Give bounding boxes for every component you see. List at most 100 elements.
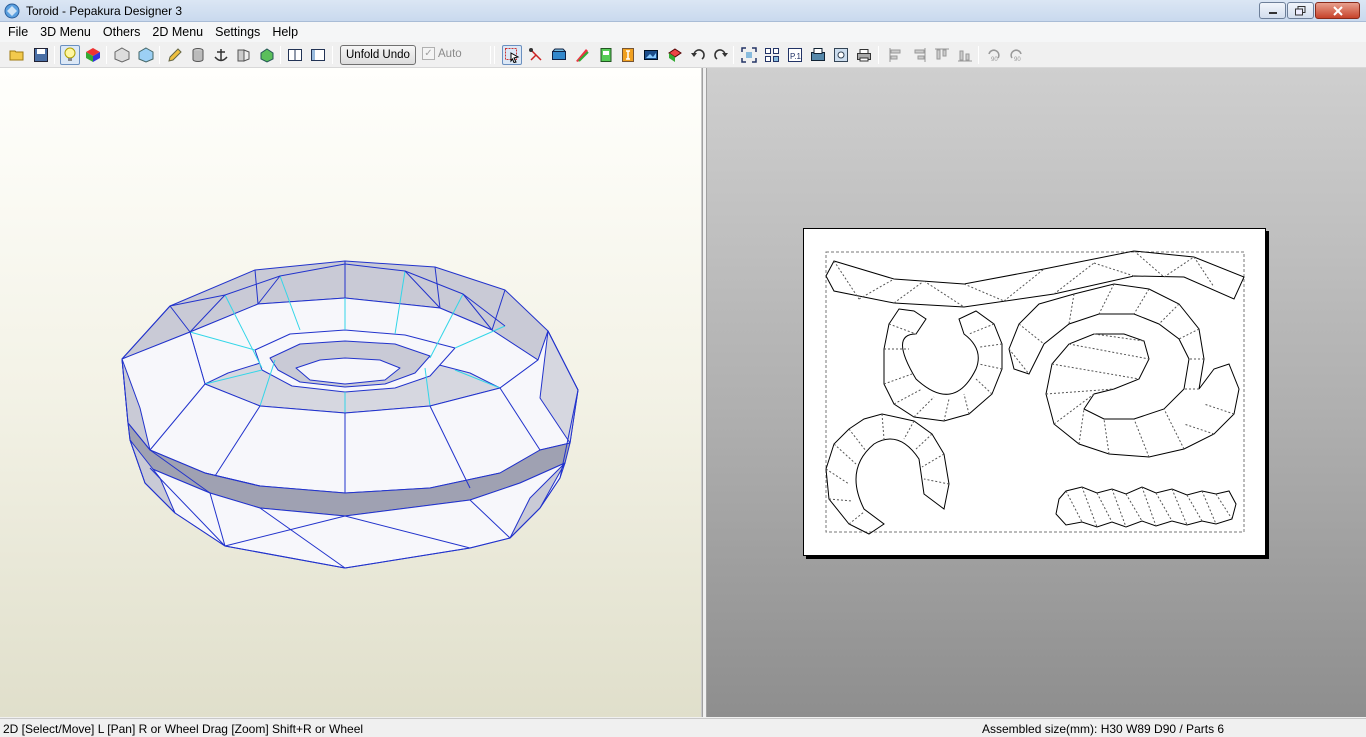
save-icon <box>34 48 48 62</box>
rotate-right-button[interactable] <box>711 45 731 65</box>
unfold-undo-button[interactable]: Unfold Undo <box>340 45 416 65</box>
auto-label: Auto <box>438 47 462 60</box>
menu-file[interactable]: File <box>2 22 34 42</box>
texture-toggle-button[interactable] <box>83 45 103 65</box>
page-button[interactable]: P.1 <box>785 45 805 65</box>
split-pane-button[interactable] <box>308 45 328 65</box>
title-bar: Toroid - Pepakura Designer 3 <box>0 0 1366 22</box>
image-tool-button[interactable] <box>641 45 661 65</box>
join-button[interactable] <box>257 45 277 65</box>
menu-settings[interactable]: Settings <box>209 22 266 42</box>
print-icon <box>857 49 871 62</box>
close-icon <box>1332 5 1343 16</box>
paint-tool-button[interactable] <box>572 45 592 65</box>
toolbar: Unfold Undo ✓ Auto P.1 90 90 <box>0 42 1366 68</box>
menu-2d[interactable]: 2D Menu <box>146 22 209 42</box>
menu-help[interactable]: Help <box>266 22 304 42</box>
print-settings-button[interactable] <box>808 45 828 65</box>
paper-sheet <box>803 228 1266 556</box>
light-button[interactable] <box>60 45 80 65</box>
preview-button[interactable] <box>831 45 851 65</box>
menu-3d[interactable]: 3D Menu <box>34 22 97 42</box>
svg-text:90: 90 <box>1014 57 1021 63</box>
select-icon <box>505 48 520 63</box>
fit-icon <box>741 47 757 63</box>
status-help-text: 2D [Select/Move] L [Pan] R or Wheel Drag… <box>3 722 364 736</box>
pencil-icon <box>168 48 182 62</box>
menu-bar: File 3D Menu Others 2D Menu Settings Hel… <box>0 22 1366 42</box>
cylinder-icon <box>192 48 204 62</box>
window-title: Toroid - Pepakura Designer 3 <box>26 4 183 18</box>
edge-icon <box>529 48 542 61</box>
rotate-90-cw-button[interactable]: 90 <box>1007 45 1027 65</box>
rotate-right-icon <box>714 49 728 60</box>
print-preview-icon <box>834 48 848 62</box>
part-c-ring-top <box>883 308 1003 422</box>
move-tool-button[interactable] <box>665 45 685 65</box>
texture-box-icon <box>138 47 154 63</box>
align-top-button[interactable] <box>932 45 952 65</box>
rotate-left-icon <box>668 48 682 62</box>
edit-edge-button[interactable] <box>165 45 185 65</box>
restore-icon <box>1295 5 1306 15</box>
textbox-tool-button[interactable] <box>618 45 638 65</box>
open-icon <box>9 50 24 61</box>
torus-3d-model[interactable] <box>0 68 702 717</box>
rotate-90-ccw-icon: 90 <box>988 49 1000 63</box>
save-button[interactable] <box>31 45 51 65</box>
single-pane-icon <box>288 49 302 61</box>
align-left-icon <box>889 48 901 62</box>
join-icon <box>260 48 274 63</box>
rotate-left-button[interactable] <box>688 45 708 65</box>
2d-view-pane[interactable] <box>707 68 1366 717</box>
3d-view-pane[interactable] <box>0 68 702 717</box>
rotate-90-ccw-button[interactable]: 90 <box>984 45 1004 65</box>
svg-text:P.1: P.1 <box>790 52 802 61</box>
auto-checkbox[interactable]: ✓ Auto <box>422 47 462 60</box>
anchor-icon <box>214 49 228 62</box>
flap-tool-icon <box>552 48 566 60</box>
text-tool-button[interactable] <box>596 45 616 65</box>
show-box-button[interactable] <box>112 45 132 65</box>
close-button[interactable] <box>1315 2 1360 19</box>
anchor-button[interactable] <box>211 45 231 65</box>
menu-others[interactable]: Others <box>97 22 147 42</box>
open-button[interactable] <box>7 45 27 65</box>
flap-button[interactable] <box>234 45 254 65</box>
minimize-button[interactable] <box>1259 2 1286 19</box>
image-icon <box>622 48 634 62</box>
print-button[interactable] <box>854 45 874 65</box>
align-top-icon <box>935 48 949 60</box>
align-bottom-button[interactable] <box>955 45 975 65</box>
flap-icon <box>237 49 250 62</box>
auto-check-box[interactable]: ✓ <box>422 47 435 60</box>
unfolded-parts[interactable] <box>804 229 1267 557</box>
show-texture-box-button[interactable] <box>136 45 156 65</box>
select-tool-button[interactable] <box>502 45 522 65</box>
align-right-button[interactable] <box>909 45 929 65</box>
move-part-icon <box>644 50 658 60</box>
edge-tool-button[interactable] <box>526 45 546 65</box>
single-pane-button[interactable] <box>285 45 305 65</box>
color-cube-icon <box>86 48 100 62</box>
align-left-button[interactable] <box>886 45 906 65</box>
minimize-icon <box>1268 11 1277 14</box>
flap-tool-button[interactable] <box>549 45 569 65</box>
fit-button[interactable] <box>739 45 759 65</box>
rotate-left-icon-2 <box>691 49 705 60</box>
restore-button[interactable] <box>1287 2 1314 19</box>
svg-text:90: 90 <box>991 57 998 63</box>
status-assembled-size: Assembled size(mm): H30 W89 D90 / Parts … <box>982 722 1225 736</box>
status-bar: 2D [Select/Move] L [Pan] R or Wheel Drag… <box>0 718 1366 737</box>
page-icon: P.1 <box>788 48 802 62</box>
paint-icon <box>576 49 589 62</box>
arrange-button[interactable] <box>762 45 782 65</box>
part-strip <box>825 250 1245 308</box>
text-icon <box>600 48 612 62</box>
settings-icon <box>811 48 825 61</box>
align-bottom-icon <box>958 50 972 62</box>
cylinder-button[interactable] <box>188 45 208 65</box>
rotate-90-cw-icon: 90 <box>1010 49 1022 63</box>
light-icon <box>64 47 76 61</box>
split-pane-icon <box>311 49 325 61</box>
